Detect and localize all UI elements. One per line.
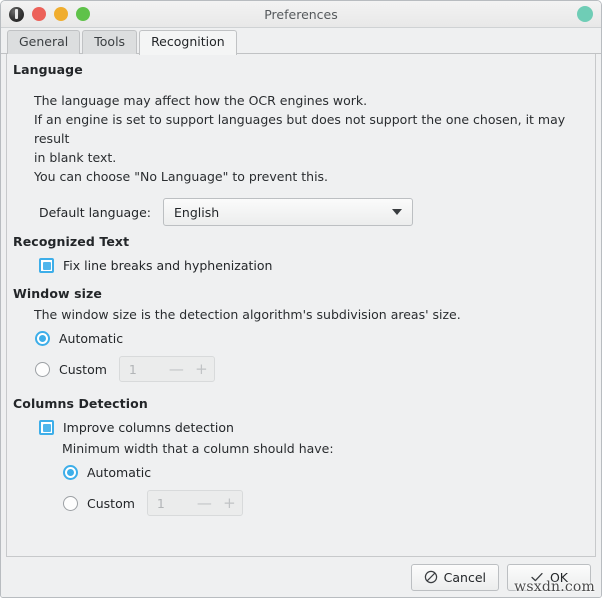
improve-columns-label: Improve columns detection [63, 420, 234, 435]
window-size-custom-row[interactable]: Custom 1 — + [35, 353, 585, 385]
default-language-select[interactable]: English [163, 198, 413, 226]
language-description-line-2: If an engine is set to support languages… [34, 112, 566, 146]
columns-increment-button[interactable]: + [217, 495, 242, 511]
default-language-value: English [174, 204, 220, 220]
window-size-automatic-radio[interactable] [35, 331, 50, 346]
window-size-automatic-label: Automatic [59, 331, 124, 346]
maximize-button[interactable] [76, 7, 90, 21]
window-size-spinbox[interactable]: 1 — + [118, 356, 215, 382]
window-controls [9, 6, 90, 22]
columns-custom-label: Custom [87, 495, 135, 511]
minimum-width-label: Minimum width that a column should have: [62, 441, 334, 456]
columns-custom-row[interactable]: Custom 1 — + [63, 487, 585, 519]
ok-button-label: OK [549, 569, 569, 585]
window-size-increment-button[interactable]: + [189, 361, 214, 377]
checkmark-icon [530, 570, 544, 584]
columns-detection-section-heading: Columns Detection [13, 396, 148, 411]
columns-automatic-label: Automatic [87, 465, 152, 480]
columns-decrement-button[interactable]: — [192, 495, 217, 511]
no-entry-icon [424, 570, 438, 584]
status-dot-icon[interactable] [577, 6, 593, 22]
fix-line-breaks-label: Fix line breaks and hyphenization [63, 258, 273, 273]
fix-line-breaks-checkbox[interactable] [39, 258, 54, 273]
ok-button[interactable]: OK [507, 563, 591, 591]
language-description: The language may affect how the OCR engi… [34, 91, 585, 186]
title-bar: Preferences [1, 1, 601, 28]
window-size-spin-value: 1 [128, 361, 137, 377]
cancel-button[interactable]: Cancel [410, 563, 499, 591]
language-section-heading: Language [13, 62, 83, 77]
window-size-decrement-button[interactable]: — [164, 361, 189, 377]
language-description-line-3: in blank text. [34, 150, 117, 165]
recognized-text-section-heading: Recognized Text [13, 234, 130, 249]
default-language-row: Default language: English [13, 198, 585, 226]
cancel-button-label: Cancel [443, 569, 486, 585]
columns-spin-value: 1 [156, 495, 165, 511]
minimize-button[interactable] [54, 7, 68, 21]
columns-automatic-radio[interactable] [63, 465, 78, 480]
default-language-label: Default language: [38, 204, 151, 220]
app-icon [9, 6, 24, 22]
language-description-line-1: The language may affect how the OCR engi… [34, 93, 368, 108]
language-description-line-4: You can choose "No Language" to prevent … [34, 169, 329, 184]
improve-columns-checkbox-row[interactable]: Improve columns detection [39, 420, 585, 435]
tab-tools[interactable]: Tools [82, 30, 138, 54]
tab-general[interactable]: General [7, 30, 81, 54]
tab-recognition[interactable]: Recognition [139, 30, 237, 55]
window-title: Preferences [264, 6, 338, 22]
titlebar-right [577, 6, 593, 22]
columns-automatic-row[interactable]: Automatic [63, 461, 585, 484]
window-size-description: The window size is the detection algorit… [34, 307, 461, 322]
chevron-down-icon [392, 209, 402, 215]
window-size-custom-radio[interactable] [35, 361, 50, 377]
window-size-section-heading: Window size [13, 286, 102, 301]
minimum-width-group: Minimum width that a column should have:… [41, 439, 585, 519]
window-size-custom-label: Custom [59, 361, 107, 377]
fix-line-breaks-checkbox-row[interactable]: Fix line breaks and hyphenization [39, 258, 585, 273]
dialog-footer: Cancel OK wsxdn.com [1, 557, 601, 597]
recognition-panel: Language The language may affect how the… [6, 54, 596, 557]
columns-custom-radio[interactable] [63, 495, 78, 511]
close-button[interactable] [32, 7, 46, 21]
improve-columns-checkbox[interactable] [39, 420, 54, 435]
columns-spinbox[interactable]: 1 — + [146, 490, 243, 516]
preferences-window: Preferences General Tools Recognition La… [0, 0, 602, 598]
tab-bar: General Tools Recognition [1, 28, 601, 55]
window-size-automatic-row[interactable]: Automatic [35, 327, 585, 350]
